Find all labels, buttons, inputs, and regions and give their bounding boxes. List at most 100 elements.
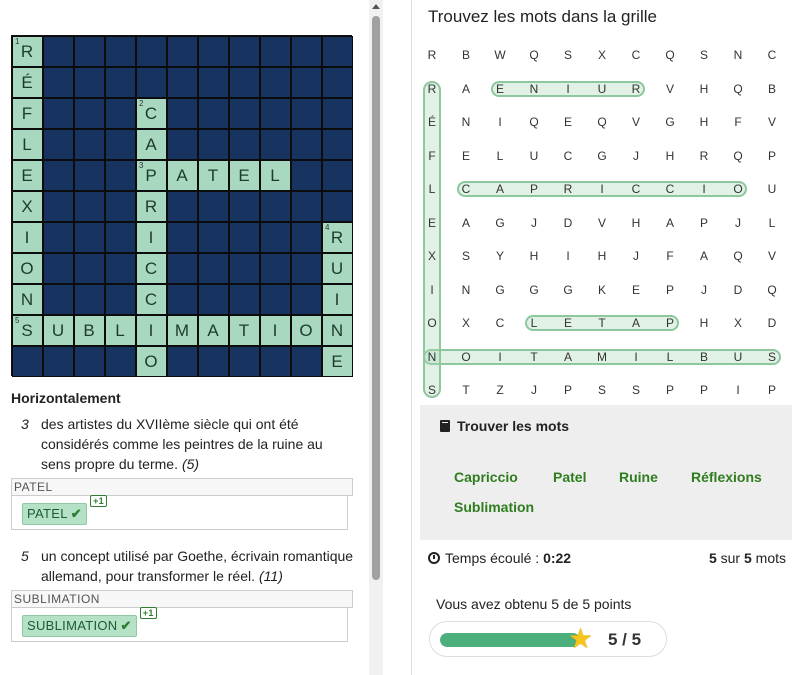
wordsearch-letter[interactable]: N (524, 82, 544, 96)
wordsearch-letter[interactable]: D (558, 216, 578, 230)
scrollbar-thumb[interactable] (372, 16, 380, 580)
wordsearch-letter[interactable]: P (694, 383, 714, 397)
wordsearch-letter[interactable]: B (456, 48, 476, 62)
wordsearch-letter[interactable]: J (626, 149, 646, 163)
crossword-cell-filled[interactable]: A (198, 315, 229, 346)
wordsearch-letter[interactable]: N (728, 48, 748, 62)
wordsearch-letter[interactable]: A (694, 249, 714, 263)
crossword-cell-filled[interactable]: É (12, 67, 43, 98)
wordsearch-letter[interactable]: P (660, 316, 680, 330)
wordsearch-letter[interactable]: T (456, 383, 476, 397)
wordsearch-letter[interactable]: C (558, 149, 578, 163)
wordsearch-letter[interactable]: L (422, 182, 442, 196)
wordsearch-letter[interactable]: Q (728, 82, 748, 96)
wordsearch-letter[interactable]: J (524, 216, 544, 230)
answer-field[interactable]: SUBLIMATION ✔ +1 (11, 607, 348, 642)
wordsearch-letter[interactable]: R (558, 182, 578, 196)
wordsearch-letter[interactable]: L (762, 216, 782, 230)
wordsearch-letter[interactable]: S (558, 48, 578, 62)
crossword-cell-filled[interactable]: M (167, 315, 198, 346)
wordsearch-letter[interactable]: S (626, 383, 646, 397)
wordsearch-letter[interactable]: P (660, 383, 680, 397)
wordsearch-letter[interactable]: V (762, 249, 782, 263)
wordsearch-letter[interactable]: T (592, 316, 612, 330)
wordsearch-letter[interactable]: U (762, 182, 782, 196)
wordsearch-letter[interactable]: I (558, 249, 578, 263)
wordsearch-letter[interactable]: O (728, 182, 748, 196)
wordsearch-letter[interactable]: I (626, 350, 646, 364)
crossword-cell-filled[interactable]: O (291, 315, 322, 346)
wordsearch-letter[interactable]: X (456, 316, 476, 330)
wordsearch-letter[interactable]: I (490, 350, 510, 364)
wordsearch-letter[interactable]: D (762, 316, 782, 330)
wordsearch-letter[interactable]: A (558, 350, 578, 364)
crossword-cell-filled[interactable]: A (136, 129, 167, 160)
crossword-cell-filled[interactable]: I (136, 315, 167, 346)
wordsearch-letter[interactable]: C (490, 316, 510, 330)
crossword-cell-filled[interactable]: L (260, 160, 291, 191)
wordsearch-letter[interactable]: A (490, 182, 510, 196)
wordsearch-letter[interactable]: X (728, 316, 748, 330)
wordsearch-letter[interactable]: F (660, 249, 680, 263)
wordsearch-letter[interactable]: L (524, 316, 544, 330)
wordsearch-letter[interactable]: H (694, 115, 714, 129)
wordsearch-letter[interactable]: A (456, 216, 476, 230)
wordsearch-letter[interactable]: C (626, 48, 646, 62)
crossword-cell-filled[interactable]: B (74, 315, 105, 346)
crossword-cell-filled[interactable]: C (136, 284, 167, 315)
wordsearch-letter[interactable]: U (592, 82, 612, 96)
wordsearch-letter[interactable]: V (660, 82, 680, 96)
wordsearch-letter[interactable]: P (524, 182, 544, 196)
wordsearch-letter[interactable]: G (592, 149, 612, 163)
scrollbar[interactable] (369, 0, 383, 675)
wordsearch-letter[interactable]: I (694, 182, 714, 196)
crossword-cell-filled[interactable]: R (136, 191, 167, 222)
wordsearch-letter[interactable]: L (490, 149, 510, 163)
wordsearch-letter[interactable]: Q (728, 249, 748, 263)
wordsearch-letter[interactable]: V (592, 216, 612, 230)
wordsearch-letter[interactable]: C (626, 182, 646, 196)
wordsearch-letter[interactable]: C (762, 48, 782, 62)
crossword-cell-filled[interactable]: U (43, 315, 74, 346)
wordsearch-letter[interactable]: W (490, 48, 510, 62)
wordsearch-letter[interactable]: Q (660, 48, 680, 62)
wordsearch-letter[interactable]: A (456, 82, 476, 96)
wordsearch-letter[interactable]: Q (728, 149, 748, 163)
wordsearch-letter[interactable]: U (524, 149, 544, 163)
wordsearch-letter[interactable]: H (592, 249, 612, 263)
wordsearch-letter[interactable]: Y (490, 249, 510, 263)
wordsearch-letter[interactable]: S (592, 383, 612, 397)
wordsearch-letter[interactable]: X (422, 249, 442, 263)
crossword-cell-filled[interactable]: L (105, 315, 136, 346)
wordsearch-letter[interactable]: I (490, 115, 510, 129)
wordsearch-letter[interactable]: S (422, 383, 442, 397)
wordsearch-letter[interactable]: J (694, 283, 714, 297)
crossword-cell-filled[interactable]: 2C (136, 98, 167, 129)
crossword-cell-filled[interactable]: C (136, 253, 167, 284)
wordsearch-letter[interactable]: P (762, 383, 782, 397)
crossword-cell-filled[interactable]: L (12, 129, 43, 160)
crossword-cell-filled[interactable]: E (229, 160, 260, 191)
wordsearch-letter[interactable]: R (422, 82, 442, 96)
wordsearch-letter[interactable]: R (422, 48, 442, 62)
crossword-cell-filled[interactable]: O (12, 253, 43, 284)
wordsearch-letter[interactable]: I (728, 383, 748, 397)
wordsearch-letter[interactable]: V (762, 115, 782, 129)
wordsearch-letter[interactable]: H (626, 216, 646, 230)
wordsearch-letter[interactable]: Q (524, 115, 544, 129)
wordsearch-letter[interactable]: B (694, 350, 714, 364)
wordsearch-letter[interactable]: H (660, 149, 680, 163)
wordsearch-letter[interactable]: E (490, 82, 510, 96)
wordsearch-letter[interactable]: R (694, 149, 714, 163)
wordsearch-letter[interactable]: Q (762, 283, 782, 297)
crossword-cell-filled[interactable]: T (229, 315, 260, 346)
wordsearch-letter[interactable]: O (456, 350, 476, 364)
wordsearch-letter[interactable]: J (626, 249, 646, 263)
wordsearch-letter[interactable]: G (490, 283, 510, 297)
wordsearch-grid[interactable]: RBWQSXCQSNCRAENIURVHQBÉNIQEQVGHFVFELUCGJ… (412, 38, 800, 405)
wordsearch-letter[interactable]: H (694, 82, 714, 96)
wordsearch-letter[interactable]: R (626, 82, 646, 96)
crossword-cell-filled[interactable]: I (136, 222, 167, 253)
crossword-cell-filled[interactable]: X (12, 191, 43, 222)
wordsearch-letter[interactable]: I (592, 182, 612, 196)
